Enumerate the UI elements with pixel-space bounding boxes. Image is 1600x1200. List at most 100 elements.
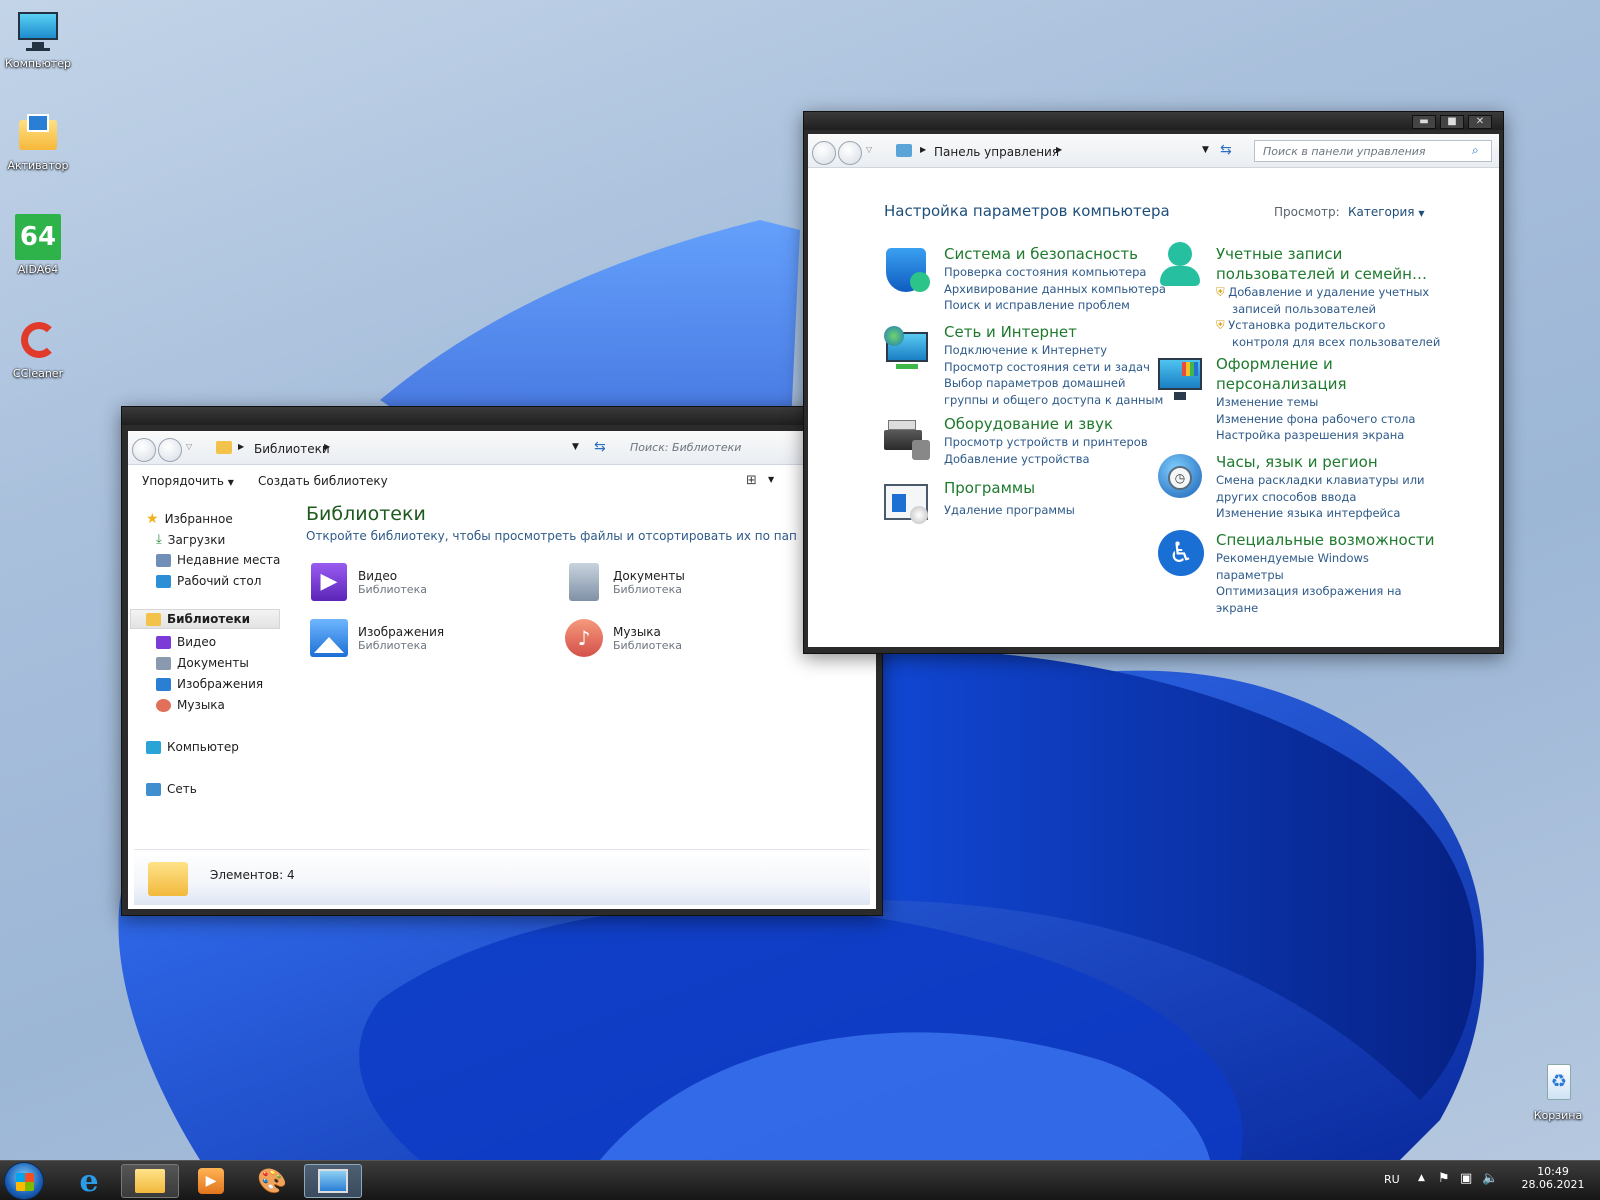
desktop-icon-label: AIDA64 <box>17 263 59 276</box>
volume-icon[interactable]: 🔈 <box>1482 1171 1498 1186</box>
nav-documents[interactable]: Документы <box>156 656 249 670</box>
desktop-icon-aida64[interactable]: 64 AIDA64 <box>0 214 76 276</box>
nav-desktop[interactable]: Рабочий стол <box>156 574 261 588</box>
explorer-titlebar[interactable] <box>122 407 882 425</box>
taskbar-explorer[interactable] <box>121 1164 179 1198</box>
category-link[interactable]: контроля для всех пользователей <box>1216 334 1440 351</box>
crumb-arrow-icon[interactable]: ▶ <box>920 145 926 154</box>
search-icon[interactable]: ⌕ <box>1472 143 1479 158</box>
category-link[interactable]: Изменение языка интерфейса <box>1216 505 1425 522</box>
nav-favorites[interactable]: ★ Избранное <box>146 511 233 527</box>
category-link[interactable]: Рекомендуемые Windows <box>1216 550 1434 567</box>
language-indicator[interactable]: RU <box>1384 1173 1400 1186</box>
taskbar-ie[interactable]: e <box>60 1164 118 1199</box>
category-link[interactable]: Проверка состояния компьютера <box>944 264 1166 281</box>
crumb-arrow-icon[interactable]: ▶ <box>1056 145 1062 154</box>
back-button[interactable] <box>812 141 836 165</box>
category-link[interactable]: параметры <box>1216 567 1434 584</box>
chevron-down-icon[interactable]: ▼ <box>768 475 774 484</box>
show-hidden-icons-icon[interactable]: ▲ <box>1418 1173 1425 1183</box>
cp-search-input[interactable]: Поиск в панели управления <box>1254 140 1492 162</box>
category-link[interactable]: Поиск и исправление проблем <box>944 297 1166 314</box>
desktop-icon-activator[interactable]: Активатор <box>0 110 76 172</box>
category-link[interactable]: экране <box>1216 600 1434 617</box>
category-link[interactable]: Просмотр устройств и принтеров <box>944 434 1148 451</box>
category-link[interactable]: Выбор параметров домашней <box>944 375 1163 392</box>
breadcrumb-control-panel[interactable]: Панель управления <box>934 145 1059 159</box>
category-link[interactable]: Смена раскладки клавиатуры или <box>1216 472 1425 489</box>
library-item-music[interactable]: ♪ Музыка Библиотека <box>563 617 682 659</box>
item-count: Элементов: 4 <box>210 868 295 882</box>
category-link[interactable]: ⛨ Установка родительского <box>1216 317 1440 334</box>
clock[interactable]: 10:49 28.06.2021 <box>1518 1165 1588 1191</box>
category-title[interactable]: Программы <box>944 478 1075 498</box>
nav-recent[interactable]: Недавние места <box>156 553 280 567</box>
taskbar-control-panel[interactable] <box>304 1164 362 1198</box>
category-link[interactable]: Просмотр состояния сети и задач <box>944 359 1163 376</box>
desktop-icon-computer[interactable]: Компьютер <box>0 8 76 70</box>
network-status-icon[interactable]: ▣ <box>1460 1171 1472 1186</box>
nav-downloads[interactable]: ⤓ Загрузки <box>156 532 225 547</box>
nav-music[interactable]: Музыка <box>156 698 225 712</box>
forward-button[interactable] <box>838 141 862 165</box>
refresh-icon[interactable]: ⇆ <box>1220 142 1232 158</box>
category-link[interactable]: Архивирование данных компьютера <box>944 281 1166 298</box>
category-link[interactable]: Оптимизация изображения на <box>1216 583 1434 600</box>
category-link[interactable]: группы и общего доступа к данным <box>944 392 1163 409</box>
action-center-flag-icon[interactable]: ⚑ <box>1438 1171 1450 1186</box>
category-link[interactable]: ⛨ Добавление и удаление учетных <box>1216 284 1440 301</box>
organize-button[interactable]: Упорядочить ▼ <box>142 474 234 488</box>
network-icon <box>146 782 161 796</box>
category-link[interactable]: Подключение к Интернету <box>944 342 1163 359</box>
recent-pages-icon[interactable]: ▽ <box>866 145 872 154</box>
category-title-line2[interactable]: персонализация <box>1216 374 1415 394</box>
nav-images[interactable]: Изображения <box>156 677 263 691</box>
control-panel-titlebar[interactable] <box>804 112 1503 130</box>
refresh-icon[interactable]: ⇆ <box>594 439 606 455</box>
nav-libraries[interactable]: Библиотеки <box>146 612 250 626</box>
category-title[interactable]: Сеть и Интернет <box>944 322 1163 342</box>
library-item-images[interactable]: Изображения Библиотека <box>308 617 444 659</box>
category-link[interactable]: записей пользователей <box>1216 301 1440 318</box>
crumb-arrow-icon[interactable]: ▶ <box>238 442 244 451</box>
category-title[interactable]: Оборудование и звук <box>944 414 1148 434</box>
library-item-video[interactable]: ▶ Видео Библиотека <box>308 561 427 603</box>
nav-network[interactable]: Сеть <box>146 782 197 796</box>
start-button[interactable] <box>4 1162 44 1200</box>
taskbar-paint[interactable]: 🎨 <box>243 1164 301 1198</box>
view-options-icon[interactable]: ⊞ <box>746 473 757 488</box>
category-link[interactable]: Добавление устройства <box>944 451 1148 468</box>
explorer-search-input[interactable]: Поиск: Библиотеки <box>622 437 782 459</box>
category-link[interactable]: Удаление программы <box>944 502 1075 519</box>
nav-video[interactable]: Видео <box>156 635 216 649</box>
category-title[interactable]: Специальные возможности <box>1216 530 1434 550</box>
create-library-button[interactable]: Создать библиотеку <box>258 474 388 488</box>
desktop-icon-recycle-bin[interactable]: ♻ Корзина <box>1520 1060 1596 1122</box>
category-title[interactable]: Оформление и <box>1216 354 1415 374</box>
chevron-down-icon[interactable]: ▼ <box>572 442 579 452</box>
desktop-icon-ccleaner[interactable]: CCleaner <box>0 318 76 380</box>
recent-pages-icon[interactable]: ▽ <box>186 442 192 451</box>
document-icon <box>156 656 171 670</box>
category-title[interactable]: Часы, язык и регион <box>1216 452 1425 472</box>
minimize-button[interactable]: ▬ <box>1412 115 1436 129</box>
breadcrumb-libraries[interactable]: Библиотеки <box>254 442 330 456</box>
forward-button[interactable] <box>158 438 182 462</box>
category-link[interactable]: Настройка разрешения экрана <box>1216 427 1415 444</box>
chevron-down-icon[interactable]: ▼ <box>1202 145 1209 155</box>
category-link[interactable]: других способов ввода <box>1216 489 1425 506</box>
maximize-button[interactable]: ■ <box>1440 115 1464 129</box>
taskbar-media-player[interactable]: ▶ <box>182 1164 240 1198</box>
category-title-line2[interactable]: пользователей и семейн… <box>1216 264 1440 284</box>
category-title[interactable]: Система и безопасность <box>944 244 1166 264</box>
close-button[interactable]: ✕ <box>1468 115 1492 129</box>
crumb-arrow-icon[interactable]: ▶ <box>324 442 330 451</box>
library-item-documents[interactable]: Документы Библиотека <box>563 561 685 603</box>
nav-computer[interactable]: Компьютер <box>146 740 239 754</box>
back-button[interactable] <box>132 438 156 462</box>
category-title[interactable]: Учетные записи <box>1216 244 1440 264</box>
category-clock-region: Часы, язык и регион Смена раскладки клав… <box>1216 452 1425 522</box>
view-mode-dropdown[interactable]: Категория ▼ <box>1348 205 1425 219</box>
category-link[interactable]: Изменение темы <box>1216 394 1415 411</box>
category-link[interactable]: Изменение фона рабочего стола <box>1216 411 1415 428</box>
